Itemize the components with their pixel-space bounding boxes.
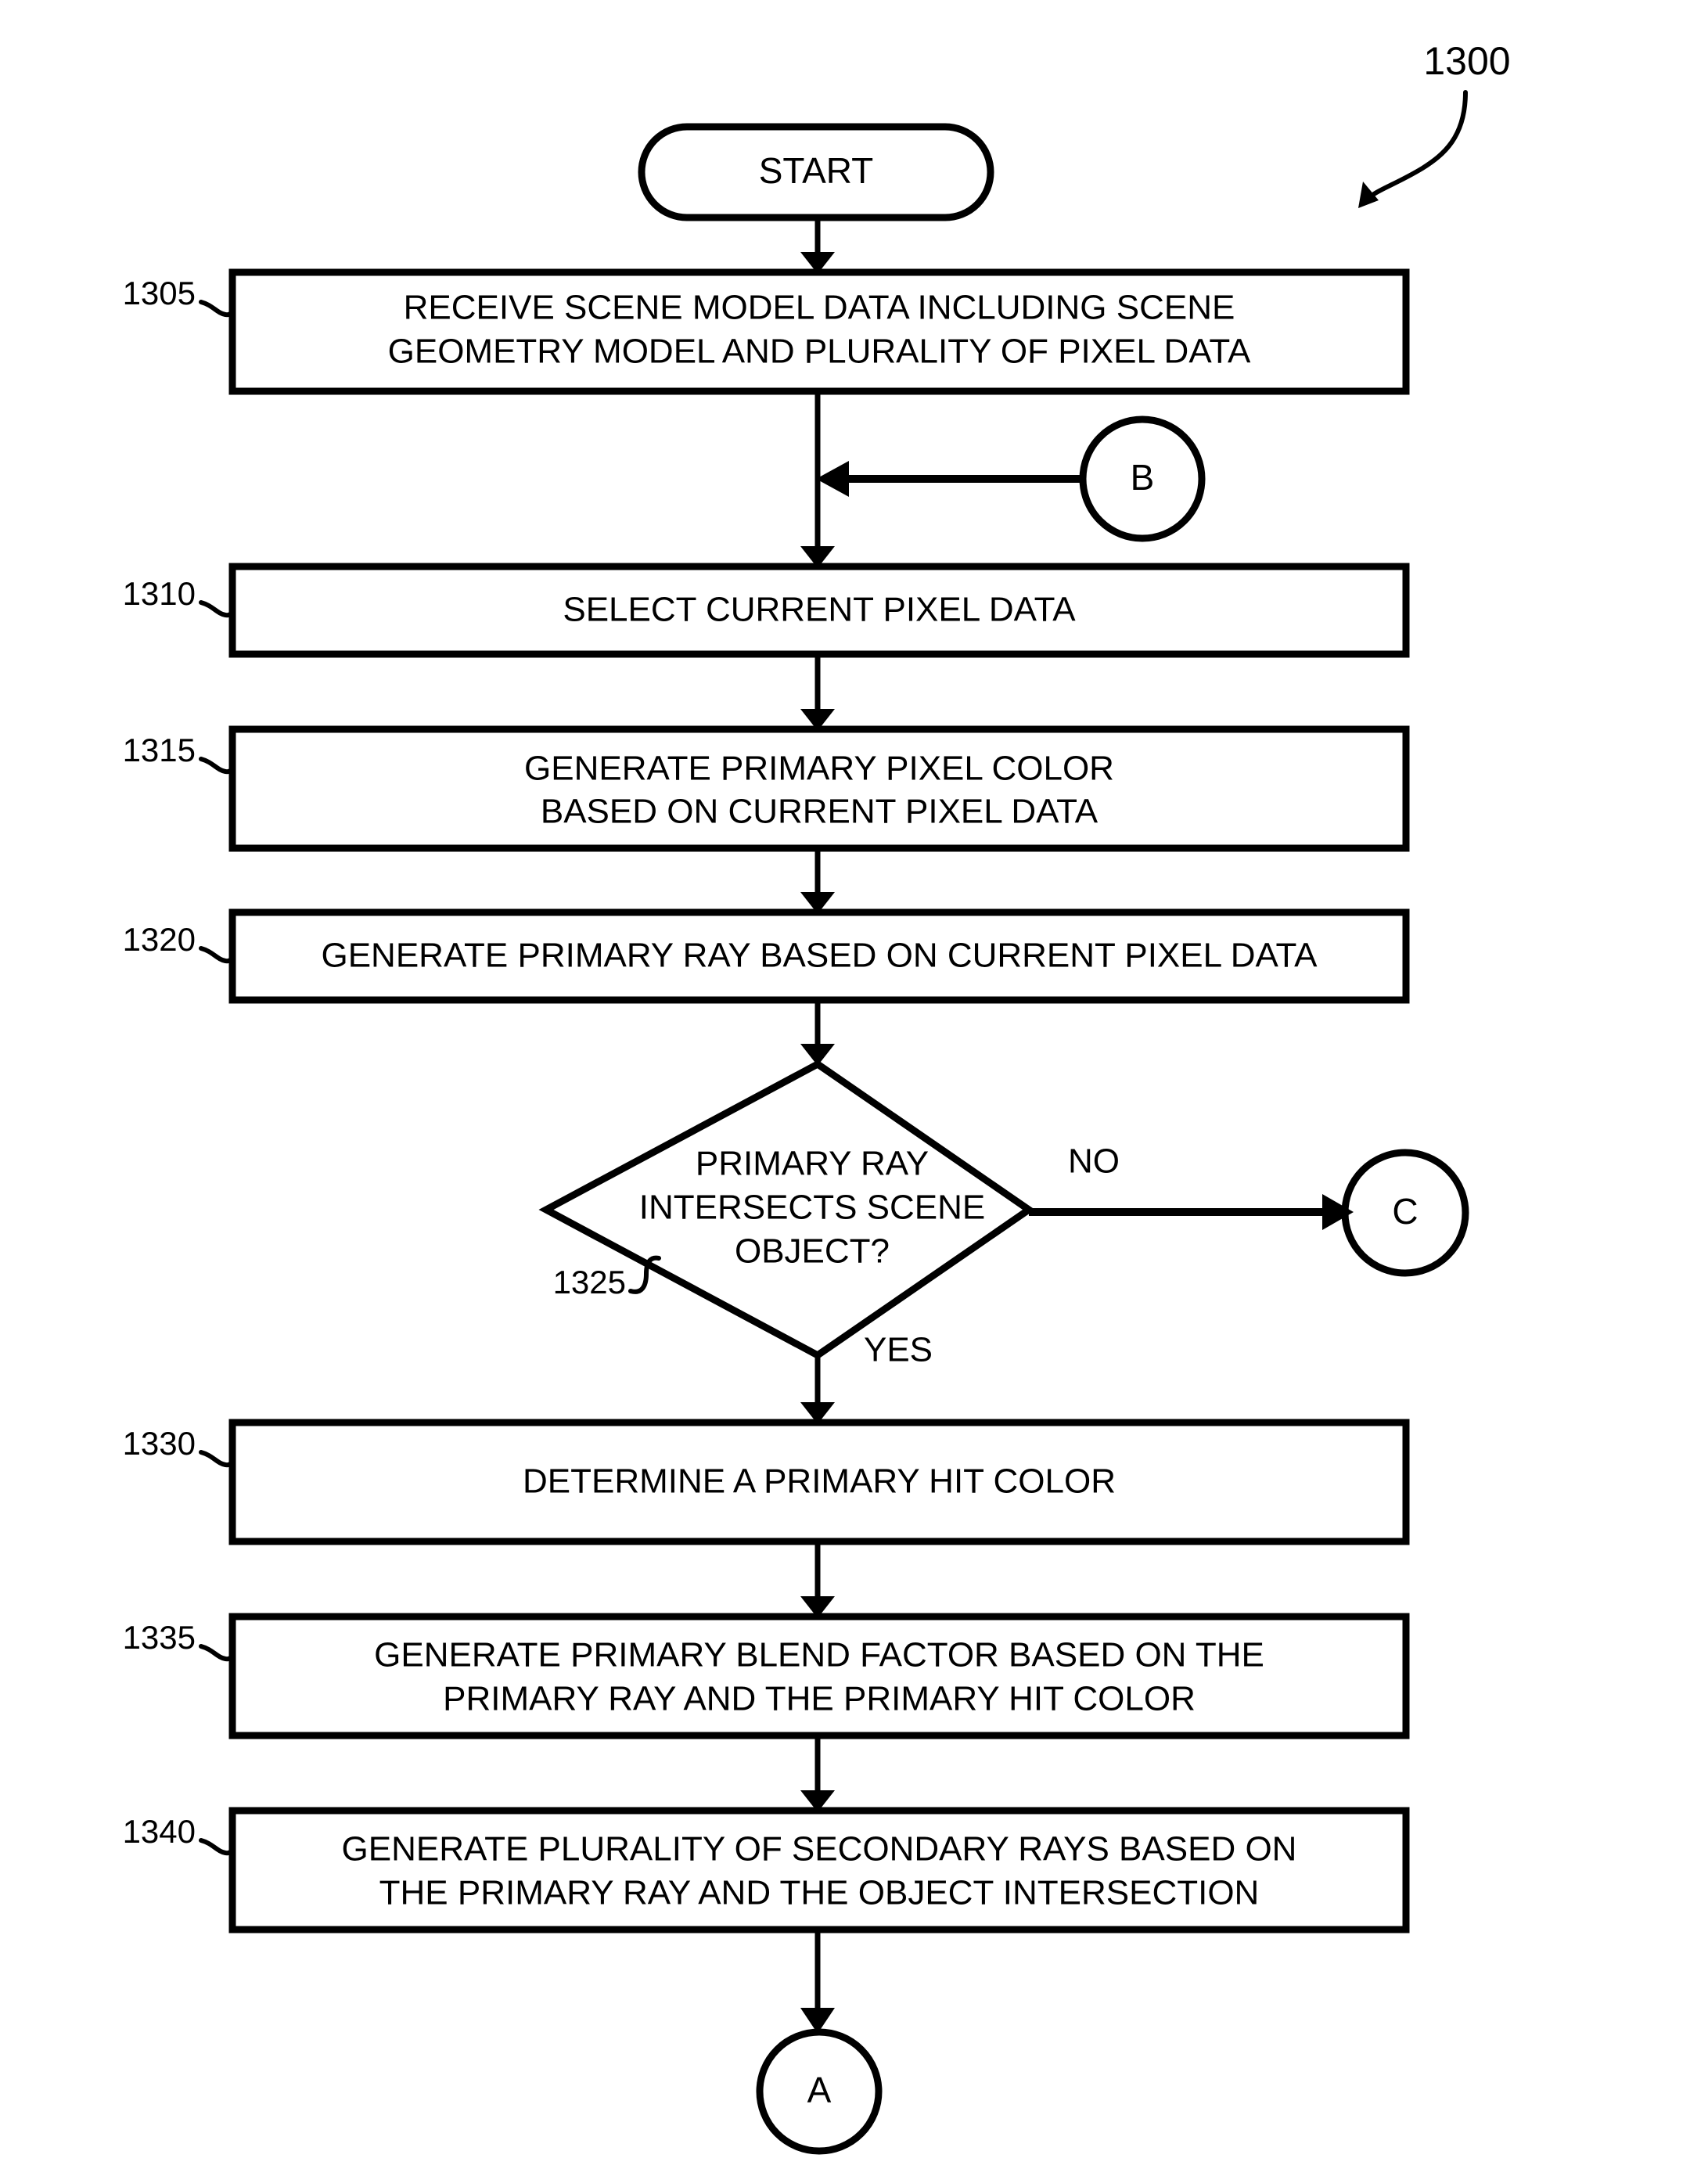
ref-label-1310: 1310 <box>123 575 196 612</box>
figure-number-label: 1300 <box>1423 39 1510 83</box>
decision-diamond-line-2: INTERSECTS SCENE <box>639 1189 986 1227</box>
ref-leader-1315 <box>199 757 235 775</box>
process-box-1315-line-1: GENERATE PRIMARY PIXEL COLOR <box>524 750 1114 788</box>
ref-label-1340-group: 1340 <box>123 1813 235 1856</box>
connector-arrowhead <box>816 461 849 497</box>
ref-leader-1335 <box>199 1644 235 1662</box>
connector-node-B-label: B <box>1131 457 1155 498</box>
process-box-1315-line-2: BASED ON CURRENT PIXEL DATA <box>541 793 1099 831</box>
process-box-1335-line-1: GENERATE PRIMARY BLEND FACTOR BASED ON T… <box>374 1636 1264 1674</box>
process-box-1335-line-2: PRIMARY RAY AND THE PRIMARY HIT COLOR <box>443 1680 1196 1718</box>
ref-label-1330-group: 1330 <box>123 1425 235 1468</box>
branch-label-yes: YES <box>864 1331 933 1369</box>
process-box-1335: GENERATE PRIMARY BLEND FACTOR BASED ON T… <box>228 1613 1410 1739</box>
process-box-1340: GENERATE PLURALITY OF SECONDARY RAYS BAS… <box>228 1807 1410 1933</box>
connector-1320-to-1325 <box>800 1000 835 1066</box>
process-box-1305: RECEIVE SCENE MODEL DATA INCLUDING SCENE… <box>228 268 1410 395</box>
process-box-1340-line-1: GENERATE PLURALITY OF SECONDARY RAYS BAS… <box>342 1830 1297 1869</box>
figure-number-group: 1300 <box>1358 39 1511 208</box>
decision-diamond-line-1: PRIMARY RAY <box>696 1145 929 1183</box>
ref-label-1310-group: 1310 <box>123 575 235 618</box>
process-box-1310: SELECT CURRENT PIXEL DATA <box>228 563 1410 658</box>
process-box-1320-line-1: GENERATE PRIMARY RAY BASED ON CURRENT PI… <box>321 937 1318 975</box>
start-terminator: START <box>638 123 994 221</box>
connector-B-to-main-flow <box>816 461 1083 497</box>
process-box-1315: GENERATE PRIMARY PIXEL COLOR BASED ON CU… <box>228 725 1410 852</box>
connector-start-to-1305 <box>800 218 835 274</box>
ref-label-1320-group: 1320 <box>123 921 235 964</box>
ref-label-1305: 1305 <box>123 275 196 311</box>
ref-leader-1340 <box>199 1838 235 1856</box>
flowchart-canvas: 1300 START RECEIVE SCENE MODEL DATA INCL… <box>123 39 1511 2155</box>
connector-1330-to-1335 <box>800 1541 835 1618</box>
ref-label-1325: 1325 <box>553 1264 626 1300</box>
connector-node-C-label: C <box>1392 1191 1418 1232</box>
flowchart-figure: 1300 START RECEIVE SCENE MODEL DATA INCL… <box>0 0 1708 2169</box>
ref-leader-1310 <box>199 600 235 618</box>
connector-node-C: C <box>1341 1149 1469 1277</box>
branch-yes-to-1330: YES <box>800 1331 933 1424</box>
connector-node-A-label: A <box>807 2070 832 2110</box>
figure-leader-line <box>1372 90 1468 196</box>
start-terminator-label: START <box>759 150 874 191</box>
process-box-1330: DETERMINE A PRIMARY HIT COLOR <box>228 1419 1410 1545</box>
process-box-1305-line-1: RECEIVE SCENE MODEL DATA INCLUDING SCENE <box>404 289 1235 327</box>
ref-label-1315-group: 1315 <box>123 732 235 775</box>
process-box-1340-line-2: THE PRIMARY RAY AND THE OBJECT INTERSECT… <box>379 1874 1260 1912</box>
ref-label-1335-group: 1335 <box>123 1619 235 1662</box>
decision-diamond-1325: PRIMARY RAY INTERSECTS SCENE OBJECT? <box>538 1059 1035 1360</box>
decision-diamond-line-3: OBJECT? <box>735 1232 890 1271</box>
ref-label-1320: 1320 <box>123 921 196 958</box>
connector-1310-to-1315 <box>800 654 835 731</box>
connector-1315-to-1320 <box>800 848 835 914</box>
branch-no-to-connector-C: NO <box>1029 1142 1354 1230</box>
ref-leader-1320 <box>199 946 235 964</box>
branch-label-no: NO <box>1068 1142 1120 1181</box>
connector-1340-to-A <box>800 1930 835 2034</box>
connector-node-B: B <box>1079 415 1206 542</box>
process-box-1320: GENERATE PRIMARY RAY BASED ON CURRENT PI… <box>228 908 1410 1004</box>
ref-label-1305-group: 1305 <box>123 275 235 318</box>
ref-label-1330: 1330 <box>123 1425 196 1462</box>
connector-node-A: A <box>756 2028 883 2155</box>
ref-label-1335: 1335 <box>123 1619 196 1656</box>
process-box-1310-line-1: SELECT CURRENT PIXEL DATA <box>563 591 1076 629</box>
ref-leader-1305 <box>199 300 235 318</box>
ref-label-1315: 1315 <box>123 732 196 768</box>
connector-1335-to-1340 <box>800 1736 835 1812</box>
ref-leader-1330 <box>199 1450 235 1468</box>
ref-label-1340: 1340 <box>123 1813 196 1850</box>
process-box-1305-line-2: GEOMETRY MODEL AND PLURALITY OF PIXEL DA… <box>388 333 1251 371</box>
process-box-1330-line-1: DETERMINE A PRIMARY HIT COLOR <box>523 1462 1116 1501</box>
